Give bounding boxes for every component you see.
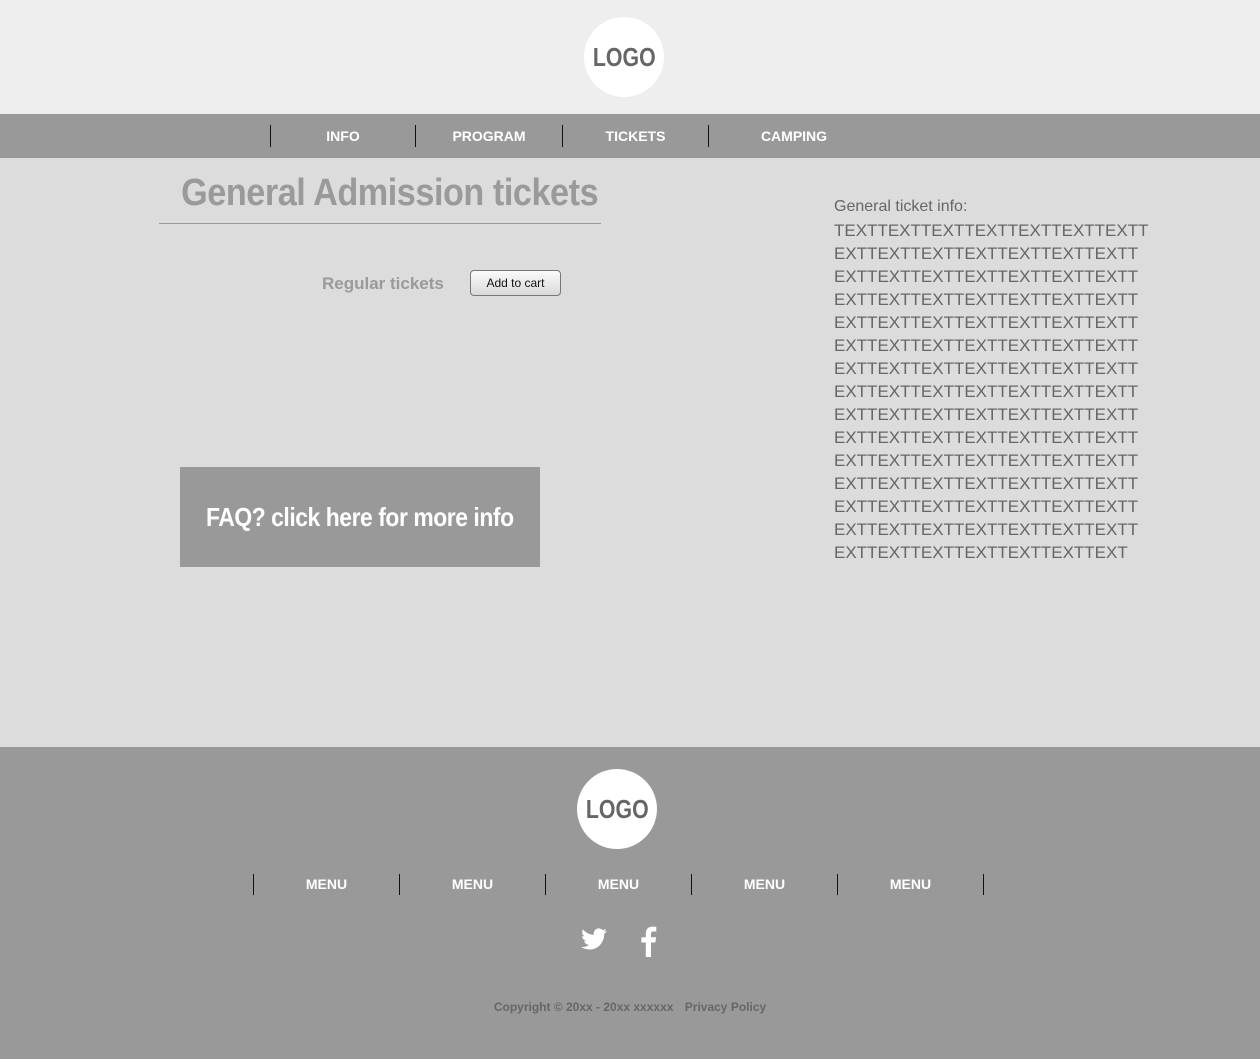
header-logo[interactable]: LOGO [584, 17, 664, 97]
footer-separator [983, 874, 984, 895]
title-divider [159, 223, 601, 224]
footer-menu-item[interactable]: MENU [254, 874, 399, 895]
page-title: General Admission tickets [181, 172, 599, 214]
nav-item-camping[interactable]: CAMPING [709, 114, 879, 158]
privacy-policy-link[interactable]: Privacy Policy [685, 1000, 766, 1014]
twitter-icon[interactable] [580, 925, 608, 958]
nav-item-tickets[interactable]: TICKETS [563, 114, 708, 158]
ticket-info-heading: General ticket info: [834, 198, 968, 215]
main-nav: INFO PROGRAM TICKETS CAMPING [0, 114, 1260, 158]
copyright-text: Copyright © 20xx - 20xx xxxxxx [493, 1000, 674, 1014]
header-logo-text: LOGO [592, 41, 656, 72]
copyright-row: Copyright © 20xx - 20xx xxxxxx Privacy P… [0, 1000, 1260, 1014]
facebook-icon[interactable] [638, 925, 658, 962]
footer-menu-item[interactable]: MENU [400, 874, 545, 895]
site-header: LOGO [0, 0, 1260, 114]
footer-logo[interactable]: LOGO [577, 769, 657, 849]
footer-menu-item[interactable]: MENU [838, 874, 983, 895]
ticket-info-body: TEXTTEXTTEXTTEXTTEXTTEXTTEXTTEXTTEXTTEXT… [834, 221, 1149, 562]
footer-menu-item[interactable]: MENU [692, 874, 837, 895]
nav-item-info[interactable]: INFO [271, 114, 415, 158]
site-footer: LOGO MENU MENU MENU MENU MENU Copyright … [0, 747, 1260, 1059]
main-content: General Admission tickets Regular ticket… [0, 158, 1260, 747]
footer-menu-item[interactable]: MENU [546, 874, 691, 895]
regular-tickets-label: Regular tickets [322, 274, 444, 293]
add-to-cart-button[interactable]: Add to cart [470, 270, 561, 296]
faq-label: FAQ? click here for more info [206, 501, 514, 532]
nav-item-program[interactable]: PROGRAM [416, 114, 562, 158]
footer-logo-text: LOGO [585, 793, 649, 824]
faq-button[interactable]: FAQ? click here for more info [180, 467, 540, 567]
